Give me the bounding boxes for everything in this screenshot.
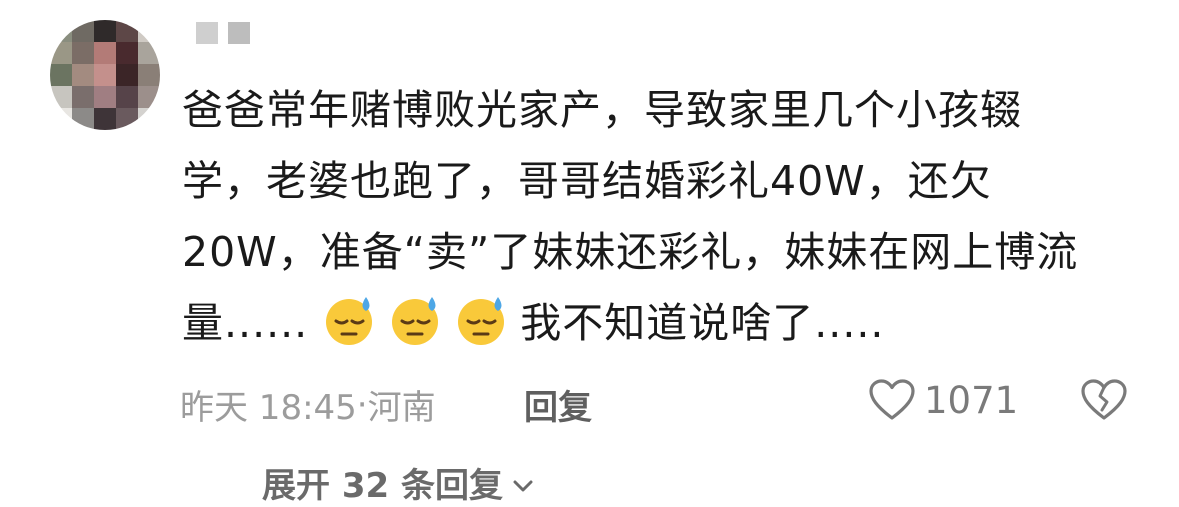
username-censored[interactable]: [196, 22, 250, 44]
comment-line: 量......: [182, 299, 309, 347]
censor-block: [228, 22, 250, 44]
meta-separator: ·: [356, 384, 368, 425]
dislike-button[interactable]: [1080, 378, 1128, 422]
timestamp: 昨天 18:45: [180, 388, 357, 428]
location: 河南: [367, 388, 436, 428]
reply-button[interactable]: 回复: [524, 380, 592, 429]
comment-line: 我不知道说啥了.....: [520, 299, 885, 347]
comment-line: 20W，准备“卖”了妹妹还彩礼，妹妹在网上博流: [182, 228, 1079, 276]
like-button[interactable]: 1071: [868, 378, 1018, 422]
downcast-face-with-sweat-icon: [388, 293, 442, 347]
comment-line: 学，老婆也跑了，哥哥结婚彩礼40W，还欠: [182, 157, 992, 205]
downcast-face-with-sweat-icon: [454, 293, 508, 347]
expand-replies-label: 展开 32 条回复: [262, 466, 503, 506]
censor-block: [196, 22, 218, 44]
heart-icon: [868, 378, 916, 422]
like-count: 1071: [924, 378, 1019, 422]
expand-replies-button[interactable]: 展开 32 条回复: [262, 458, 533, 507]
comment-line: 爸爸常年赌博败光家产，导致家里几个小孩辍: [182, 86, 1022, 134]
avatar[interactable]: [50, 20, 160, 130]
chevron-down-icon: [513, 463, 533, 503]
comment-text: 爸爸常年赌博败光家产，导致家里几个小孩辍 学，老婆也跑了，哥哥结婚彩礼40W，还…: [182, 75, 1142, 359]
broken-heart-icon: [1080, 378, 1128, 422]
downcast-face-with-sweat-icon: [322, 293, 376, 347]
comment-meta: 昨天 18:45 · 河南: [180, 380, 436, 429]
